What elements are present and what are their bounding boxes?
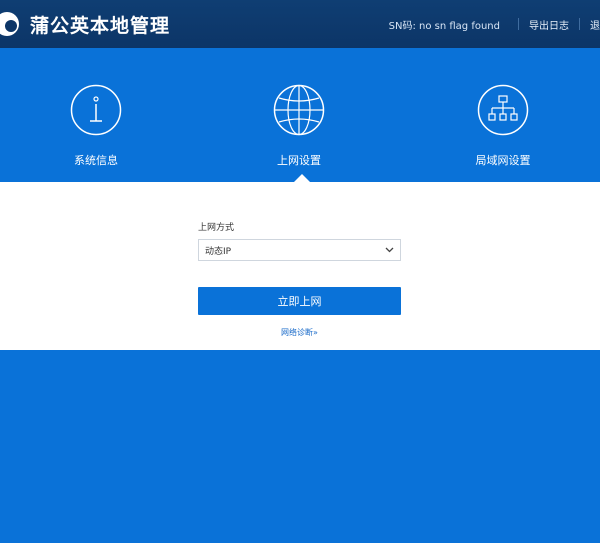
tab-label: 局域网设置 [475, 154, 531, 167]
internet-settings-panel: 上网方式 动态IP 立即上网 网络诊断» [0, 182, 600, 350]
chevron-down-icon [385, 247, 394, 253]
active-tab-indicator [294, 174, 310, 182]
connection-mode-value: 动态IP [205, 246, 232, 257]
internet-settings-form: 上网方式 动态IP 立即上网 网络诊断» [198, 220, 401, 338]
network-diagnosis-link[interactable]: 网络诊断» [198, 327, 401, 338]
divider [518, 18, 519, 30]
export-log-link[interactable]: 导出日志 [529, 17, 569, 32]
logout-link[interactable]: 退出 [590, 17, 600, 32]
connect-now-button[interactable]: 立即上网 [198, 287, 401, 315]
dandelion-logo-icon [0, 12, 19, 36]
top-header: 蒲公英本地管理 SN码: no sn flag found 导出日志 退出 [0, 0, 600, 48]
brand: 蒲公英本地管理 [0, 0, 170, 48]
info-icon [70, 84, 122, 136]
sn-code-text: SN码: no sn flag found [388, 20, 500, 32]
network-icon [477, 84, 529, 136]
settings-tabs: 系统信息 上网设置 局域网设置 [0, 48, 600, 182]
connection-mode-label: 上网方式 [198, 223, 235, 233]
app-title: 蒲公英本地管理 [30, 14, 171, 37]
tab-internet-settings[interactable]: 上网设置 [239, 84, 359, 168]
connection-mode-select[interactable]: 动态IP [198, 239, 401, 261]
tab-system-info[interactable]: 系统信息 [36, 84, 156, 168]
top-links: SN码: no sn flag found 导出日志 退出 [389, 0, 600, 48]
tab-label: 系统信息 [74, 154, 118, 167]
globe-icon [273, 84, 325, 136]
tab-label: 上网设置 [277, 154, 321, 167]
tab-lan-settings[interactable]: 局域网设置 [443, 84, 563, 168]
divider [579, 18, 580, 30]
